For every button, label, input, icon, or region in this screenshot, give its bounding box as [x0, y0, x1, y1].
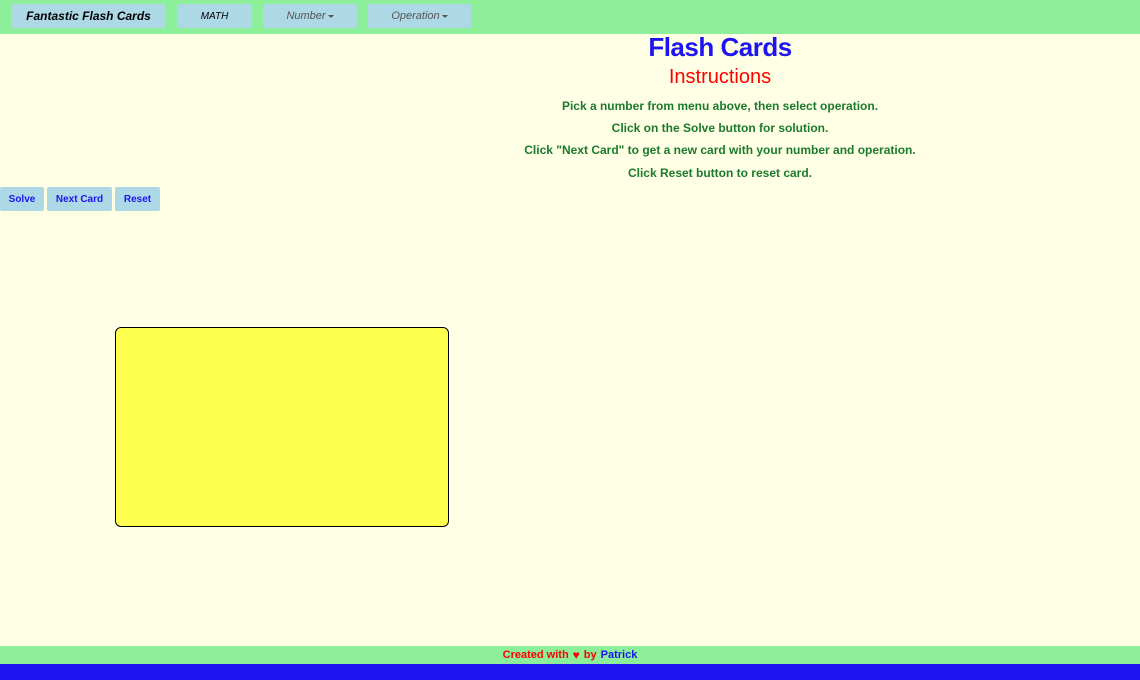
author-link[interactable]: Patrick: [601, 649, 638, 661]
bottom-bar: [0, 664, 1140, 680]
math-link[interactable]: MATH: [177, 4, 252, 28]
number-dropdown-label: Number: [286, 10, 326, 22]
operation-dropdown[interactable]: Operation: [368, 4, 471, 28]
instruction-line: Click on the Solve button for solution.: [611, 121, 829, 135]
brand-link[interactable]: Fantastic Flash Cards: [11, 4, 166, 28]
number-dropdown[interactable]: Number: [263, 4, 357, 28]
reset-button[interactable]: Reset: [115, 187, 160, 211]
page-title: Flash Cards: [648, 32, 792, 62]
operation-dropdown-label: Operation: [391, 10, 440, 22]
caret-down-icon: [327, 14, 334, 18]
heart-icon: ♥: [572, 648, 580, 662]
solve-button[interactable]: Solve: [0, 187, 44, 211]
footer: Created with ♥ by Patrick: [0, 646, 1140, 664]
instructions-heading: Instructions: [668, 66, 772, 88]
instruction-line: Click "Next Card" to get a new card with…: [524, 143, 916, 157]
caret-down-icon: [441, 14, 448, 18]
top-navbar: Fantastic Flash Cards MATH Number Operat…: [0, 0, 1140, 34]
flash-card: [115, 327, 449, 527]
footer-created-text: Created with: [502, 649, 569, 661]
instruction-line: Pick a number from menu above, then sele…: [561, 99, 879, 113]
instruction-line: Click Reset button to reset card.: [627, 166, 813, 180]
next-card-button[interactable]: Next Card: [47, 187, 112, 211]
footer-by-text: by: [583, 649, 597, 661]
